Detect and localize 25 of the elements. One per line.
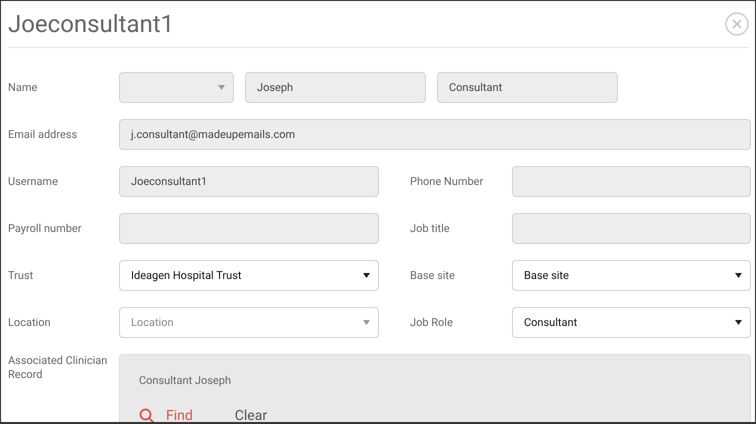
caret-icon [218, 85, 225, 90]
field-label: Trust [8, 268, 34, 282]
dropdown-field[interactable]: Ideagen Hospital Trust [119, 260, 379, 291]
caret-icon [735, 320, 742, 325]
field-label: Email address [8, 128, 78, 142]
search-icon [139, 408, 155, 422]
clear-button[interactable]: Clear [234, 408, 268, 422]
dropdown-field[interactable]: Base site [512, 260, 751, 291]
field-label: Username [8, 174, 59, 188]
caret-icon [363, 273, 370, 278]
field-label: Base site [410, 268, 456, 282]
clinician-name: Consultant Joseph [139, 374, 231, 387]
caret-icon [363, 320, 370, 325]
dropdown-field[interactable]: Location [119, 307, 379, 338]
field-label: Job title [410, 222, 451, 236]
field-label: Payroll number [8, 222, 82, 236]
field-label: Location [8, 316, 52, 330]
field-label: Job Role [410, 316, 454, 330]
close-icon[interactable] [725, 12, 749, 36]
dropdown-field[interactable]: Consultant [512, 307, 751, 338]
caret-icon [735, 273, 742, 278]
field-label: Name [8, 80, 38, 94]
field-label: Associated Clinician Record [8, 354, 108, 382]
dialog-title: Joeconsultant1 [8, 10, 174, 38]
field-label: Phone Number [410, 174, 484, 188]
